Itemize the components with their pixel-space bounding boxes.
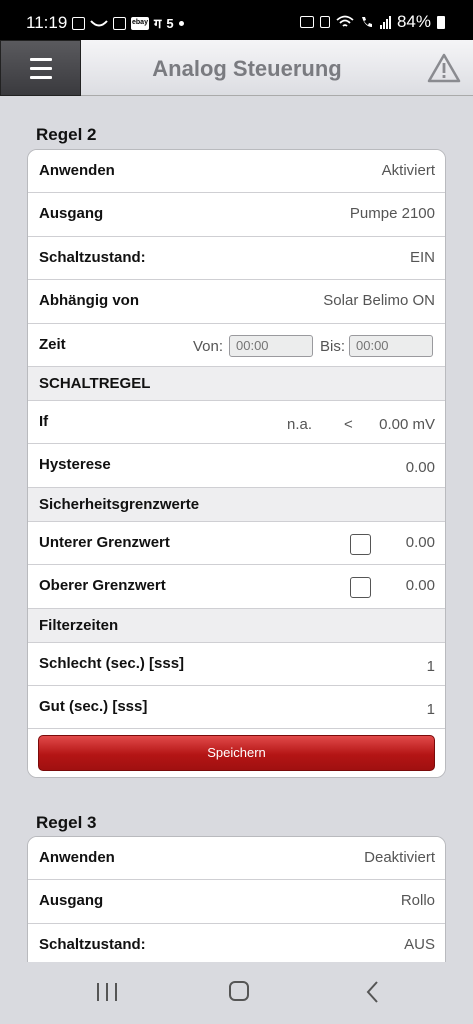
hysterese-label: Hysterese [39, 456, 111, 474]
dot-icon [178, 20, 184, 26]
bis-input[interactable] [349, 334, 433, 357]
gallery-icon [72, 16, 85, 30]
unterer-grenzwert-row[interactable]: Unterer Grenzwert 0.00 [28, 521, 445, 566]
menu-button[interactable] [0, 40, 81, 96]
zeit-row: Zeit Von: Bis: [28, 323, 445, 367]
ebay-icon: ebay [131, 16, 149, 30]
hamburger-icon [30, 58, 52, 61]
anwenden-row[interactable]: Anwenden Aktiviert [28, 150, 445, 194]
page-title: Analog Steuerung [152, 56, 342, 81]
ausgang-value: Rollo [400, 892, 435, 910]
anwenden-value: Deaktiviert [364, 849, 435, 866]
if-row[interactable]: If n.a. < 0.00 mV [28, 400, 445, 445]
hysterese-row[interactable]: Hysterese 0.00 [28, 444, 445, 488]
warning-icon [427, 53, 461, 83]
abhaengig-label: Abhängig von [39, 292, 139, 310]
sicherheit-header-label: Sicherheitsgrenzwerte [39, 495, 200, 513]
anwenden-label: Anwenden [39, 162, 115, 179]
oberer-grenzwert-checkbox[interactable] [350, 577, 371, 599]
abhaengig-row[interactable]: Abhängig von Solar Belimo ON [28, 280, 445, 324]
regel-2-title: Regel 2 [36, 125, 97, 144]
ausgang-label: Ausgang [39, 892, 104, 910]
if-value[interactable]: 0.00 mV [379, 416, 435, 433]
wifi-icon [336, 15, 354, 27]
wave-icon [90, 20, 108, 27]
abhaengig-value: Solar Belimo ON [323, 292, 435, 310]
oberer-grenzwert-value[interactable]: 0.00 [406, 577, 435, 594]
ausgang-label: Ausgang [39, 205, 104, 223]
oberer-grenzwert-row[interactable]: Oberer Grenzwert 0.00 [28, 565, 445, 609]
ausgang-row[interactable]: Ausgang Rollo [28, 880, 445, 924]
anwenden-label: Anwenden [39, 849, 115, 866]
schlecht-value[interactable]: 1 [427, 658, 435, 675]
hysterese-value[interactable]: 0.00 [406, 459, 435, 476]
mail-icon [113, 16, 126, 30]
filterzeiten-header: Filterzeiten [28, 608, 445, 643]
gut-label: Gut (sec.) [sss] [39, 697, 148, 715]
gut-value[interactable]: 1 [427, 701, 435, 718]
schaltregel-header-label: SCHALTREGEL [39, 374, 151, 392]
schaltzustand-label: Schaltzustand: [39, 935, 146, 953]
schaltzustand-value: AUS [404, 935, 435, 953]
system-nav-bar [0, 962, 473, 1024]
regel-2-card: Anwenden Aktiviert Ausgang Pumpe 2100 Sc… [27, 149, 446, 779]
anwenden-value: Aktiviert [381, 162, 435, 179]
filterzeiten-header-label: Filterzeiten [39, 616, 119, 634]
battery-icon [437, 15, 445, 29]
back-icon[interactable] [365, 980, 379, 1004]
hamburger-icon-line [30, 67, 52, 70]
system-icons: 84% [299, 12, 445, 32]
home-icon[interactable] [229, 981, 249, 1001]
schlecht-label: Schlecht (sec.) [sss] [39, 654, 185, 672]
battery-percent: 84% [396, 12, 431, 31]
oberer-grenzwert-label: Oberer Grenzwert [39, 577, 166, 595]
notification-icons: ebay ग 5 [72, 14, 184, 32]
s-icon: 5 [166, 15, 174, 31]
schaltzustand-value: EIN [409, 248, 435, 266]
save-row: Speichern [28, 729, 445, 778]
signal-icon [379, 15, 391, 29]
key-icon [299, 16, 314, 28]
ausgang-value: Pumpe 2100 [349, 205, 435, 223]
zeit-label: Zeit [39, 335, 66, 353]
schaltzustand-row[interactable]: Schaltzustand: EIN [28, 236, 445, 281]
von-label: Von: [193, 337, 224, 355]
status-bar: 11:19 ebay ग 5 84% [0, 0, 473, 40]
app-header: Analog Steuerung [0, 40, 473, 96]
unterer-grenzwert-label: Unterer Grenzwert [39, 533, 170, 551]
ausgang-row[interactable]: Ausgang Pumpe 2100 [28, 193, 445, 237]
anwenden-row[interactable]: Anwenden Deaktiviert [28, 837, 445, 881]
schaltzustand-row[interactable]: Schaltzustand: AUS [28, 923, 445, 962]
schaltregel-header: SCHALTREGEL [28, 366, 445, 401]
bis-label: Bis: [320, 337, 346, 355]
gut-row[interactable]: Gut (sec.) [sss] 1 [28, 685, 445, 730]
sicherheit-header: Sicherheitsgrenzwerte [28, 487, 445, 522]
app-icon: ग [154, 16, 162, 31]
content-area: Regel 2 Anwenden Aktiviert Ausgang Pumpe… [0, 96, 473, 962]
unterer-grenzwert-value[interactable]: 0.00 [406, 534, 435, 551]
warning-button[interactable] [427, 52, 461, 84]
schaltzustand-label: Schaltzustand: [39, 248, 146, 266]
if-source[interactable]: n.a. [287, 416, 312, 433]
if-label: If [39, 412, 49, 430]
call-icon [361, 17, 372, 27]
schlecht-row[interactable]: Schlecht (sec.) [sss] 1 [28, 642, 445, 686]
status-time: 11:19 [26, 13, 68, 32]
regel-3-title: Regel 3 [36, 813, 97, 832]
recent-apps-icon[interactable] [97, 983, 117, 1001]
save-button[interactable]: Speichern [38, 735, 435, 772]
if-operator[interactable]: < [344, 416, 353, 433]
von-input[interactable] [229, 334, 313, 357]
lock-icon [319, 16, 330, 28]
regel-3-card: Anwenden Deaktiviert Ausgang Rollo Schal… [27, 836, 446, 962]
hamburger-icon-line [30, 76, 52, 79]
unterer-grenzwert-checkbox[interactable] [350, 533, 371, 555]
